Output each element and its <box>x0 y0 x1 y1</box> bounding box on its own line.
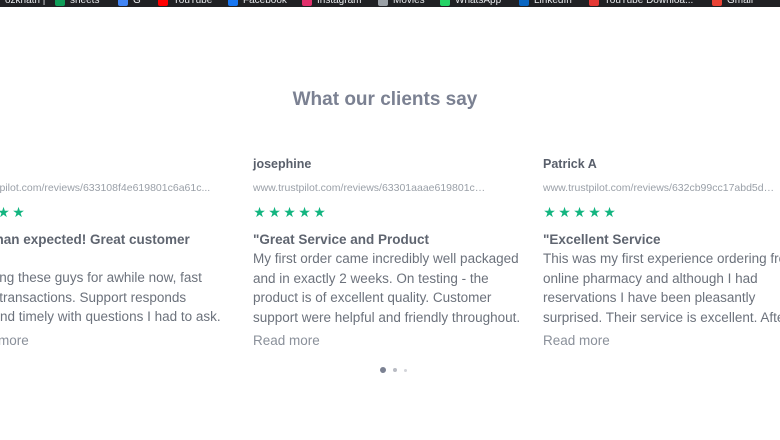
star-icon: ★ <box>573 204 586 220</box>
read-more-link[interactable]: more <box>0 333 29 348</box>
review-body: using these guys for awhile now, fast sy… <box>0 270 221 324</box>
reviewer-name: Patrick A <box>543 157 597 171</box>
review-url[interactable]: www.trustpilot.com/reviews/632cb99cc17ab… <box>543 182 778 194</box>
star-icon: ★ <box>253 204 266 220</box>
star-icon: ★ <box>603 204 616 220</box>
star-icon: ★ <box>558 204 571 220</box>
review-body: This was my first experience ordering fr… <box>543 251 780 325</box>
review-body: My first order came incredibly well pack… <box>253 251 521 325</box>
star-icon: ★ <box>283 204 296 220</box>
reviewer-name: josephine <box>253 157 312 171</box>
star-icon: ★ <box>543 204 556 220</box>
star-icon: ★ <box>298 204 311 220</box>
review-title: "Great Service and Product <box>253 232 429 247</box>
star-rating: ★ ★ ★ ★ ★ <box>543 204 616 220</box>
review-card: Patrick A www.trustpilot.com/reviews/632… <box>543 0 780 440</box>
star-icon: ★ <box>268 204 281 220</box>
read-more-link[interactable]: Read more <box>543 333 610 348</box>
star-rating: ★ ★ ★ <box>0 204 25 220</box>
review-url[interactable]: www.trustpilot.com/reviews/63301aaae6198… <box>253 182 488 194</box>
carousel-dot[interactable] <box>393 368 397 372</box>
carousel-pagination <box>380 367 407 373</box>
star-icon: ★ <box>12 204 25 220</box>
star-rating: ★ ★ ★ ★ ★ <box>253 204 326 220</box>
star-icon: ★ <box>313 204 326 220</box>
review-title: r than expected! Great customer e <box>0 232 190 247</box>
read-more-link[interactable]: Read more <box>253 333 320 348</box>
review-url[interactable]: rustpilot.com/reviews/633108f4e619801c6a… <box>0 182 217 194</box>
carousel-dot[interactable] <box>404 368 407 372</box>
review-card: rustpilot.com/reviews/633108f4e619801c6a… <box>0 0 262 440</box>
review-card: josephine www.trustpilot.com/reviews/633… <box>253 0 533 440</box>
review-title: "Excellent Service <box>543 232 661 247</box>
carousel-dot-active[interactable] <box>380 367 386 373</box>
star-icon: ★ <box>588 204 601 220</box>
star-icon: ★ <box>0 204 10 220</box>
